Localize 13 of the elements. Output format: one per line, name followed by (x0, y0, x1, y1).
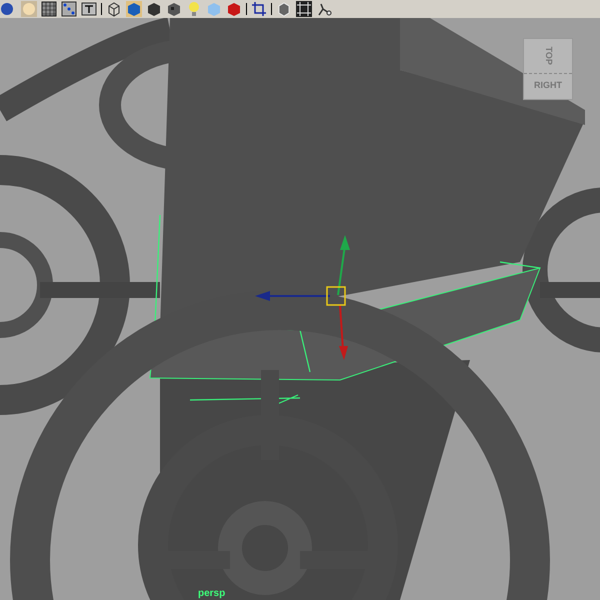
grid-icon[interactable] (41, 1, 57, 17)
crop-frame-icon[interactable] (251, 1, 267, 17)
cube-icon[interactable] (126, 1, 142, 17)
joint-icon[interactable] (316, 1, 332, 17)
view-cube-top-label[interactable]: TOP (541, 46, 555, 65)
view-cube-right-label[interactable]: RIGHT (534, 78, 562, 92)
text-icon[interactable] (81, 1, 97, 17)
move-manipulator-icon[interactable] (255, 235, 350, 360)
dots-icon[interactable] (61, 1, 77, 17)
frame-icon[interactable] (296, 1, 312, 17)
view-cube[interactable]: TOP RIGHT (523, 38, 573, 100)
cube-icon[interactable] (146, 1, 162, 17)
camera-label: persp (198, 589, 226, 599)
